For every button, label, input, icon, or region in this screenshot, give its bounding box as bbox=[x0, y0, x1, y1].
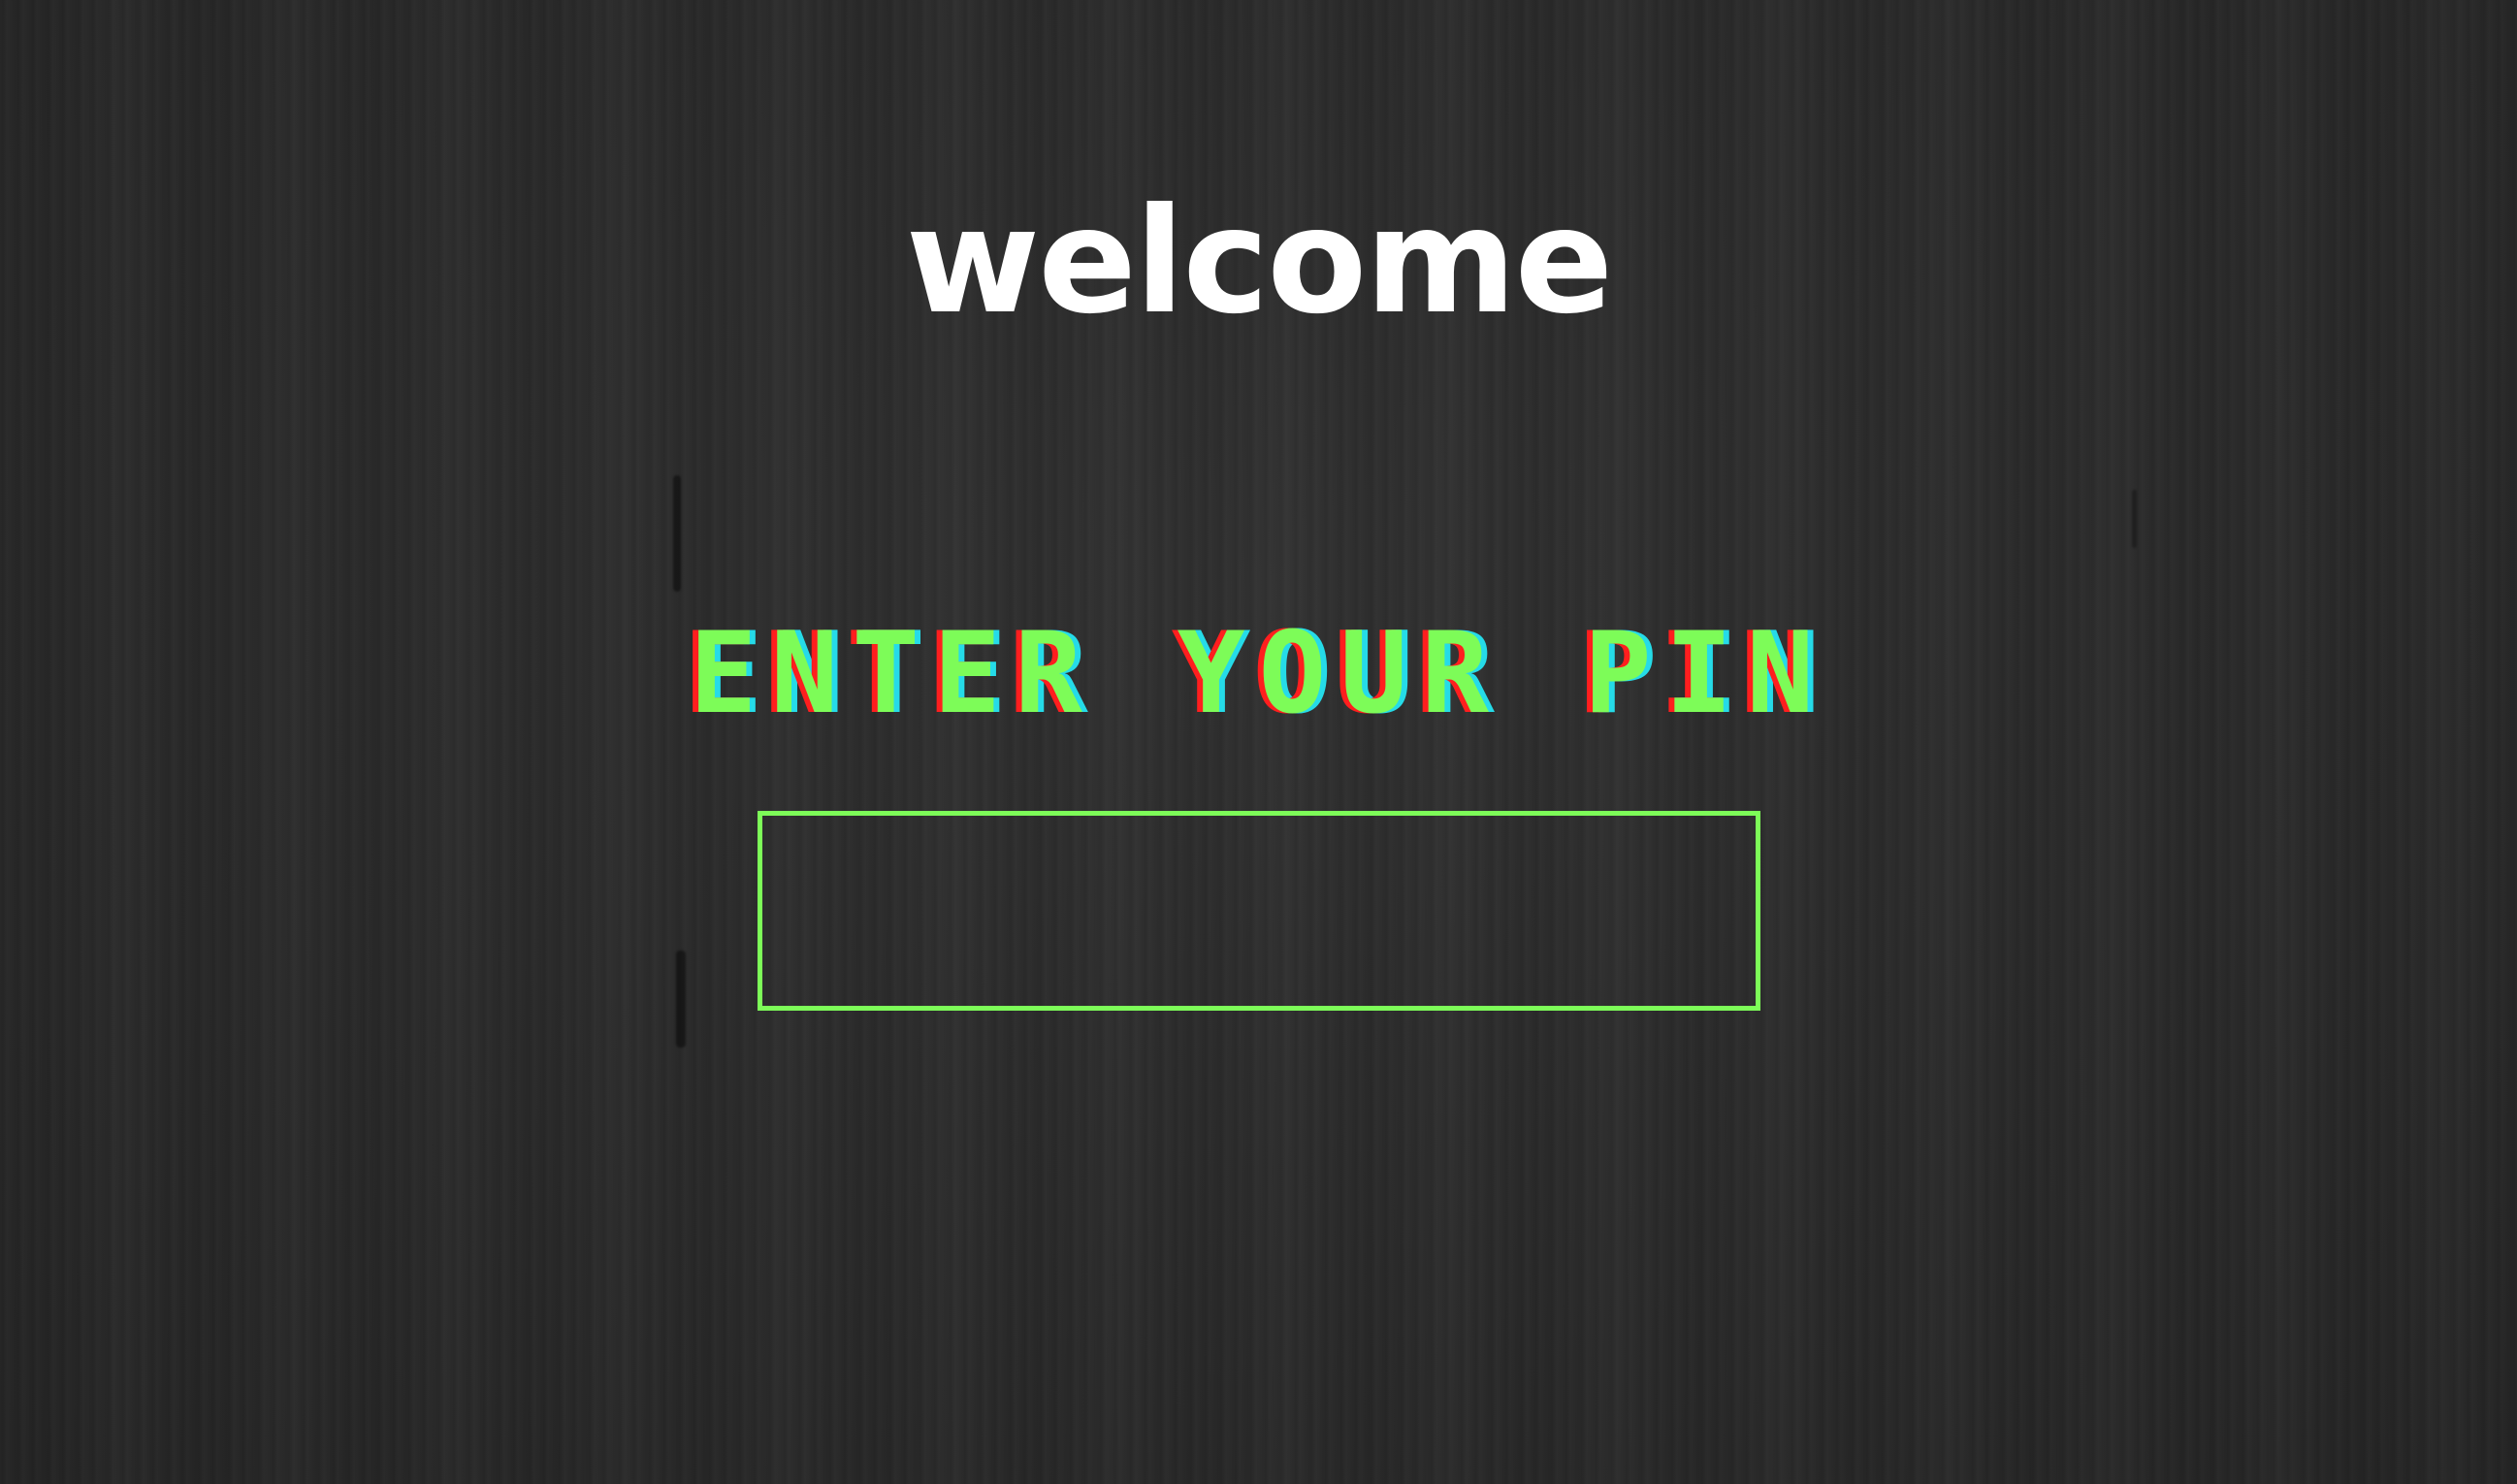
pin-prompt-label: ENTER YOUR PIN bbox=[689, 608, 1828, 739]
welcome-title: welcome bbox=[905, 177, 1614, 346]
background-scratch bbox=[676, 951, 686, 1048]
background-scratch bbox=[673, 475, 681, 592]
background-scratch bbox=[2132, 490, 2137, 548]
pin-input[interactable] bbox=[758, 811, 1760, 1011]
